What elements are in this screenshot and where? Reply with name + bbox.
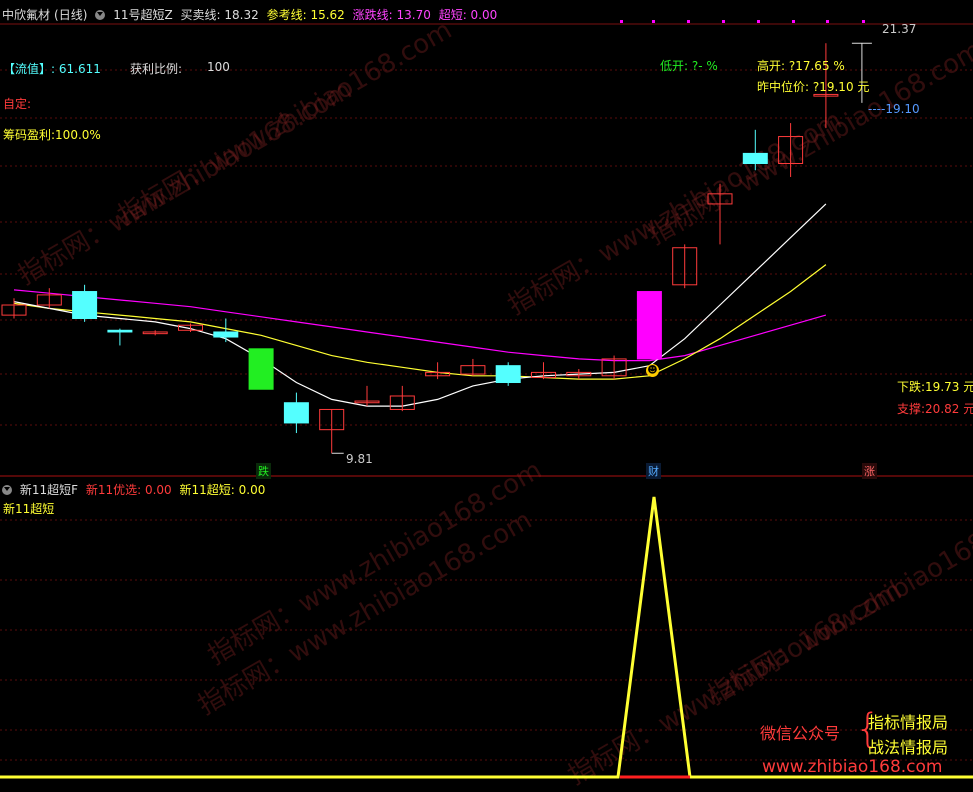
level-price-label: ----19.10 — [868, 102, 920, 116]
promo-name-2: 战法情报局 — [868, 738, 949, 757]
reference-value: 参考线: 15.62 — [266, 8, 345, 22]
dot-marker — [722, 20, 725, 23]
candle-body — [107, 329, 133, 333]
sub-indicator-menu-icon[interactable] — [2, 485, 12, 495]
candle-body — [248, 348, 274, 390]
custom-label: 自定: — [3, 97, 32, 111]
smiley-icon: ☻ — [646, 364, 659, 377]
float-value-label: 【流值】: 61.611 — [3, 62, 101, 76]
main-panel-header: 中欣氟材 (日线) 11号超短Z 买卖线: 18.32 参考线: 15.62 涨跌… — [2, 6, 501, 23]
sub-series-label: 新11超短 — [3, 502, 55, 516]
support-price-label: 支撑:20.82 元 — [897, 402, 973, 416]
dot-marker — [862, 20, 865, 23]
ultra-short-value: 超短: 0.00 — [438, 8, 498, 22]
high-open-label: 高开: ?17.65 % — [757, 59, 845, 73]
dot-marker — [687, 20, 690, 23]
ma-line-magenta — [13, 289, 827, 362]
dot-marker — [652, 20, 655, 23]
wechat-label: 微信公众号 — [760, 724, 841, 743]
low-open-label: 低开: ?- % — [660, 59, 718, 73]
profit-ratio-value: 100 — [207, 60, 230, 74]
candle-body — [495, 365, 521, 384]
profit-ratio-label: 获利比例: — [130, 62, 183, 76]
indicator-name: 11号超短Z — [113, 8, 173, 22]
period-label: (日线) — [54, 8, 88, 22]
dot-marker — [620, 20, 623, 23]
promo-name-1: 指标情报局 — [868, 713, 949, 732]
buy-sell-value: 买卖线: 18.32 — [180, 8, 259, 22]
dot-marker — [757, 20, 760, 23]
ma-line-white — [13, 203, 827, 407]
dot-marker — [826, 20, 829, 23]
sub-panel-header: 新11超短F 新11优选: 0.00 新11超短: 0.00 — [2, 481, 269, 498]
kline-chart[interactable] — [0, 0, 973, 784]
priority-value: 新11优选: 0.00 — [85, 483, 172, 497]
low-price-label: 9.81 — [346, 452, 373, 466]
down-price-label: 下跌:19.73 元 — [897, 380, 973, 394]
chip-profit-label: 筹码盈利:100.0% — [3, 128, 101, 142]
prev-mid-price-label: 昨中位价: ?19.10 元 — [757, 80, 870, 94]
rise-fall-value: 涨跌线: 13.70 — [352, 8, 431, 22]
fall-signal-tag: 跌 — [256, 463, 271, 479]
rise-signal-tag: 涨 — [862, 463, 877, 479]
indicator-menu-icon[interactable] — [95, 10, 106, 20]
stock-name: 中欣氟材 — [2, 8, 51, 22]
candle-body — [283, 402, 309, 424]
sub-indicator-name: 新11超短F — [19, 483, 79, 497]
high-price-label: 21.37 — [882, 22, 917, 36]
promo-site: www.zhibiao168.com — [762, 757, 943, 777]
ma-line-yellow — [13, 264, 827, 380]
candle-body — [636, 291, 662, 360]
dot-marker — [792, 20, 795, 23]
candle-body — [742, 152, 768, 165]
sub-ultra-value: 新11超短: 0.00 — [179, 483, 266, 497]
candle-body — [213, 331, 239, 338]
candle-body — [72, 291, 98, 319]
wealth-signal-tag: 财 — [646, 463, 661, 479]
